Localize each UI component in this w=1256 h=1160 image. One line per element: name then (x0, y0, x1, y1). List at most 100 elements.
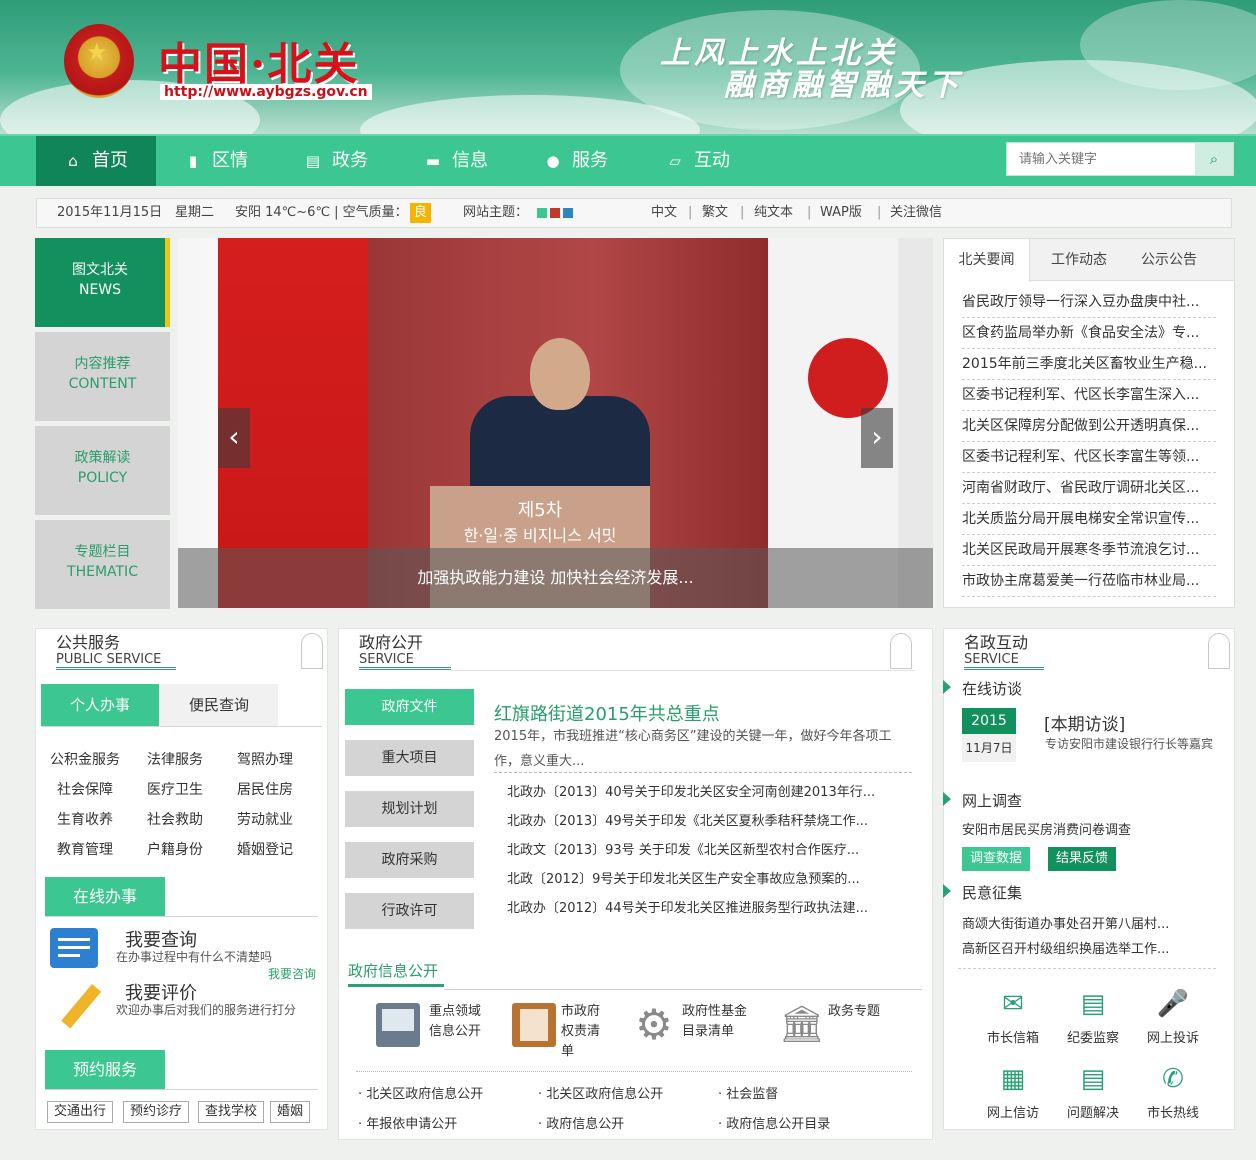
tab-admin-license[interactable]: 行政许可 (345, 893, 474, 929)
mayor-hotline-label[interactable]: 市长热线 (1133, 1102, 1213, 1121)
link-traditional[interactable]: 繁文 (702, 199, 728, 227)
doc-link[interactable]: 北政文〔2013〕93号 关于印发《北关区新型农村合作医疗... (507, 839, 859, 858)
news-item[interactable]: 北关区民政局开展寒冬季节流浪乞讨... (962, 535, 1216, 566)
opinion-item[interactable]: 高新区召开村级组织换届选举工作... (962, 938, 1169, 957)
tab-work-updates[interactable]: 工作动态 (1036, 239, 1122, 281)
online-interview-heading[interactable]: 在线访谈 (962, 678, 1022, 699)
tab-beiguan-news[interactable]: 北关要闻 (944, 239, 1030, 282)
news-item[interactable]: 省民政厅领导一行深入豆办盘庚中社... (962, 287, 1216, 318)
interview-desc[interactable]: 专访安阳市建设银行行长等嘉宾 (1045, 735, 1220, 753)
doc-link[interactable]: 北政办〔2013〕40号关于印发北关区安全河南创建2013年行... (507, 781, 875, 800)
document-icon[interactable]: ▤ (1076, 1062, 1110, 1096)
doc-link[interactable]: 北政〔2012〕9号关于印发北关区生产安全事故应急预案的... (507, 868, 860, 887)
nav-item-information[interactable]: ▬ 信息 (424, 136, 488, 186)
service-link[interactable]: 驾照办理 (237, 749, 293, 769)
tab-convenience-query[interactable]: 便民查询 (160, 684, 278, 726)
link-wechat[interactable]: 关注微信 (890, 199, 942, 227)
nav-item-district[interactable]: ▮ 区情 (184, 136, 248, 186)
service-link[interactable]: 生育收养 (57, 809, 113, 829)
service-link[interactable]: 社会救助 (147, 809, 203, 829)
interview-issue[interactable]: [本期访谈] (1044, 710, 1125, 735)
info-key-area[interactable]: 重点领域 信息公开 (429, 1002, 481, 1042)
news-item[interactable]: 区委书记程利军、代区长李富生深入... (962, 380, 1216, 411)
microphone-icon[interactable]: 🎤 (1156, 987, 1190, 1021)
tab-procurement[interactable]: 政府采购 (345, 842, 474, 878)
tab-gov-documents[interactable]: 政府文件 (345, 689, 474, 725)
service-link[interactable]: 户籍身份 (147, 839, 203, 859)
nav-item-interaction[interactable]: ▱ 互动 (666, 136, 730, 186)
building-icon[interactable]: 🏛 (779, 1003, 825, 1047)
side-tab-content[interactable]: 内容推荐 CONTENT (35, 332, 170, 421)
nav-item-government[interactable]: ▤ 政务 (304, 136, 368, 186)
mail-icon[interactable]: ✉ (996, 987, 1030, 1021)
gov-info-title[interactable]: 政府信息公开 (348, 960, 438, 981)
search-input[interactable] (1007, 143, 1197, 175)
slider-caption[interactable]: 加强执政能力建设 加快社会经济发展... (178, 548, 933, 608)
side-tab-thematic[interactable]: 专题栏目 THEMATIC (35, 520, 170, 609)
online-complaint-label[interactable]: 网上投诉 (1133, 1027, 1213, 1046)
opinion-item[interactable]: 商颂大街街道办事处召开第八届村... (962, 913, 1169, 932)
booking-item[interactable]: 查找学校 (198, 1101, 265, 1123)
nav-item-home[interactable]: ⌂ 首页 (36, 136, 156, 186)
site-url[interactable]: http://www.aybgzs.gov.cn (160, 84, 372, 100)
result-feedback-button[interactable]: 结果反馈 (1048, 847, 1117, 871)
booking-item[interactable]: 交通出行 (47, 1101, 114, 1123)
link-text-only[interactable]: 纯文本 (754, 199, 793, 227)
info-fund[interactable]: 政府性基金 目录清单 (682, 1002, 747, 1042)
discipline-label[interactable]: 纪委监察 (1053, 1027, 1133, 1046)
slider-next-button[interactable]: › (861, 408, 893, 468)
news-item[interactable]: 北关区保障房分配做到公开透明真保... (962, 411, 1216, 442)
gov-headline[interactable]: 红旗路街道2015年共总重点 (494, 700, 720, 726)
side-tab-news[interactable]: 图文北关 NEWS (35, 238, 170, 327)
info-link[interactable]: · 北关区政府信息公开 (358, 1083, 483, 1102)
problem-solving-label[interactable]: 问题解决 (1053, 1102, 1133, 1121)
service-link[interactable]: 社会保障 (57, 779, 113, 799)
booking-item[interactable]: 婚姻 (270, 1101, 311, 1123)
national-emblem-logo[interactable]: ★ (64, 24, 134, 98)
service-link[interactable]: 劳动就业 (237, 809, 293, 829)
theme-blue-swatch[interactable] (563, 207, 573, 218)
side-tab-policy[interactable]: 政策解读 POLICY (35, 426, 170, 515)
tab-personal-affairs[interactable]: 个人办事 (41, 684, 159, 726)
link-wap[interactable]: WAP版 (820, 199, 862, 227)
theme-red-swatch[interactable] (550, 207, 560, 218)
nav-item-service[interactable]: ● 服务 (544, 136, 608, 186)
tab-planning[interactable]: 规划计划 (345, 791, 474, 827)
news-item[interactable]: 2015年前三季度北关区畜牧业生产稳... (962, 349, 1216, 380)
document-icon[interactable]: ▤ (1076, 987, 1110, 1021)
doc-link[interactable]: 北政办〔2013〕49号关于印发《北关区夏秋季秸秆禁烧工作... (507, 810, 868, 829)
service-link[interactable]: 法律服务 (147, 749, 203, 769)
survey-item[interactable]: 安阳市居民买房消费问卷调查 (962, 819, 1131, 838)
info-city-gov[interactable]: 市政府 权责清单 (561, 1002, 600, 1062)
info-link[interactable]: · 社会监督 (718, 1083, 778, 1102)
slider-prev-button[interactable]: ‹ (218, 408, 250, 468)
link-chinese[interactable]: 中文 (651, 199, 677, 227)
news-item[interactable]: 河南省财政厅、省民政厅调研北关区... (962, 473, 1216, 504)
service-link[interactable]: 医疗卫生 (147, 779, 203, 799)
news-item[interactable]: 区食药监局举办新《食品安全法》专... (962, 318, 1216, 349)
gear-icon[interactable]: ⚙ (632, 1003, 676, 1047)
opinion-heading[interactable]: 民意征集 (962, 882, 1022, 903)
service-link[interactable]: 居民住房 (237, 779, 293, 799)
news-item[interactable]: 北关质监分局开展电梯安全常识宣传... (962, 504, 1216, 535)
theme-green-swatch[interactable] (537, 207, 547, 218)
news-item[interactable]: 区委书记程利军、代区长李富生等领... (962, 442, 1216, 473)
site-name[interactable]: 中国·北关 (158, 28, 359, 92)
phone-icon[interactable]: ✆ (1156, 1062, 1190, 1096)
tab-announcements[interactable]: 公示公告 (1126, 239, 1212, 281)
info-topics[interactable]: 政务专题 (828, 1002, 880, 1022)
monitor-icon[interactable] (376, 1003, 420, 1047)
calendar-icon[interactable]: ▦ (996, 1062, 1030, 1096)
info-link[interactable]: · 北关区政府信息公开 (538, 1083, 663, 1102)
online-survey-heading[interactable]: 网上调查 (962, 790, 1022, 811)
survey-data-button[interactable]: 调查数据 (962, 847, 1031, 871)
service-link[interactable]: 教育管理 (57, 839, 113, 859)
tab-major-projects[interactable]: 重大项目 (345, 740, 474, 776)
service-link[interactable]: 公积金服务 (50, 749, 120, 769)
booking-item[interactable]: 预约诊疗 (123, 1101, 190, 1123)
info-link[interactable]: · 年报依申请公开 (358, 1113, 457, 1132)
image-slider[interactable]: 제5차 한·일·중 비지니스 서밋 加强执政能力建设 加快社会经济发展... ‹ … (178, 238, 933, 608)
service-link[interactable]: 婚姻登记 (237, 839, 293, 859)
search-button[interactable]: ⌕ (1195, 143, 1233, 175)
online-petition-label[interactable]: 网上信访 (973, 1102, 1053, 1121)
